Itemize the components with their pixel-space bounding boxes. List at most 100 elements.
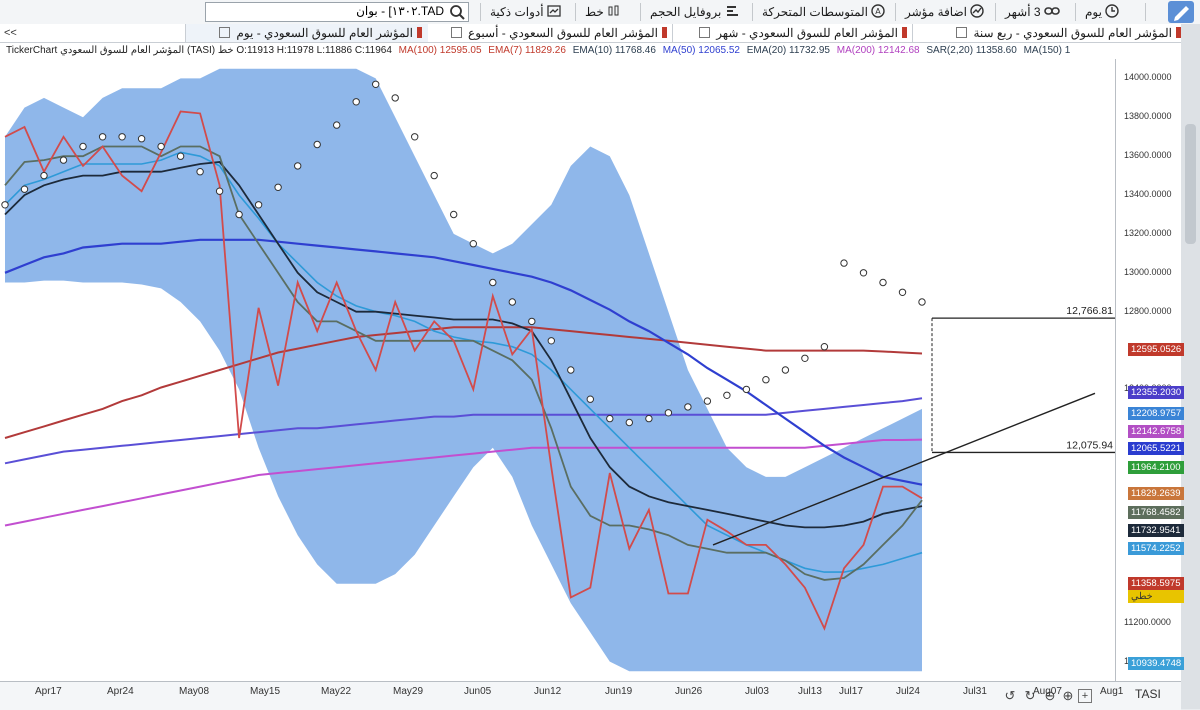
ma200-value: MA(200) 12142.68 xyxy=(836,45,920,56)
add-indicator-label: اضافة مؤشر xyxy=(905,5,967,19)
x-tick-label: Jul17 xyxy=(839,686,863,697)
sar-dot xyxy=(411,133,419,141)
price-badge: 11768.4582 xyxy=(1128,506,1184,519)
tab-quarterly[interactable]: المؤشر العام للسوق السعودي - ربع سنة xyxy=(912,24,1187,42)
sar-dot xyxy=(898,288,907,297)
expand-icon[interactable]: + xyxy=(1078,689,1092,703)
line-button[interactable]: خط xyxy=(585,2,621,22)
tab-label: المؤشر العام للسوق السعودي - أسبوع xyxy=(468,26,658,40)
x-tick-label: May22 xyxy=(321,686,352,697)
tab-weekly[interactable]: المؤشر العام للسوق السعودي - أسبوع xyxy=(427,24,673,42)
add-indicator-button[interactable]: اضافة مؤشر xyxy=(905,2,985,22)
range-button[interactable]: 3 أشهر xyxy=(1005,2,1060,22)
moving-averages-button[interactable]: A المتوسطات المتحركة xyxy=(762,2,886,22)
sar-dot xyxy=(508,298,516,306)
line-label: خط xyxy=(585,5,604,19)
sar-dot xyxy=(840,259,848,267)
volume-profile-icon xyxy=(726,6,738,16)
close-icon[interactable] xyxy=(956,27,968,38)
sar-dot xyxy=(79,142,87,151)
zoom-in-icon[interactable]: ⊕ xyxy=(1060,688,1076,704)
sar-dot xyxy=(157,142,165,151)
sar-dot xyxy=(469,240,477,248)
ma50-value: MA(50) 12065.52 xyxy=(662,45,740,56)
x-tick-label: Jun12 xyxy=(534,686,562,697)
sar-dot xyxy=(294,162,302,170)
sar-value: SAR(2,20) 11358.60 xyxy=(926,45,1017,56)
search-box[interactable]: TAD.١٣٠٢] - بوان xyxy=(205,2,469,22)
ema10-value: EMA(10) 11768.46 xyxy=(572,45,656,56)
sar-dot xyxy=(372,80,380,88)
range-label: 3 أشهر xyxy=(1005,5,1041,19)
sar-dot xyxy=(567,366,575,374)
main-toolbar: يوم 3 أشهر اضافة مؤشر A المتوسطات المتحر… xyxy=(0,0,1200,25)
clock-icon xyxy=(1105,4,1120,18)
x-tick-label: May15 xyxy=(250,686,281,697)
sar-dot xyxy=(547,337,555,345)
sar-dot xyxy=(859,269,868,277)
sar-dot xyxy=(684,403,692,411)
svg-text:A: A xyxy=(876,7,882,16)
undo-icon[interactable]: ↺ xyxy=(1002,688,1018,704)
y-tick-label: 13800.0000 xyxy=(1124,111,1172,122)
x-tick-label: Aug1 xyxy=(1100,686,1124,697)
sar-dot xyxy=(137,135,146,143)
chart-tabs: << المؤشر العام للسوق السعودي - ربع سنة … xyxy=(0,24,1200,43)
time-axis[interactable]: ↺ ↻ ⊖ ⊕ + TASI Apr17 Apr24 May08 May15 May22… xyxy=(0,681,1181,710)
price-badge: 11574.2252 xyxy=(1128,542,1184,555)
sar-dot xyxy=(879,278,887,287)
tab-monthly[interactable]: المؤشر العام للسوق السعودي - شهر xyxy=(672,24,913,42)
sar-dot xyxy=(703,397,712,405)
sar-dot xyxy=(820,343,829,351)
close-icon[interactable] xyxy=(451,27,463,38)
sar-dot xyxy=(645,414,653,423)
price-badge: 12208.9757 xyxy=(1128,407,1184,420)
price-badge: 11829.2639 xyxy=(1128,487,1184,500)
sar-dot xyxy=(313,140,321,149)
side-scrollbar[interactable] xyxy=(1181,24,1200,709)
sar-dot xyxy=(98,133,107,141)
x-tick-label: Jun05 xyxy=(464,686,492,697)
price-badge: 11732.9541 xyxy=(1128,524,1184,537)
close-icon[interactable] xyxy=(699,27,711,38)
sar-dot xyxy=(274,183,282,192)
price-badge: 12355.2030 xyxy=(1128,386,1184,399)
sar-dot xyxy=(196,168,204,176)
ma100-value: MA(100) 12595.05 xyxy=(398,45,482,56)
sar-dot xyxy=(254,201,263,209)
y-tick-label: 14000.0000 xyxy=(1124,72,1172,83)
search-icon[interactable] xyxy=(448,3,466,21)
sar-dot xyxy=(723,391,731,399)
y-tick-label: 11200.0000 xyxy=(1124,616,1171,627)
price-badge: 10939.4748 xyxy=(1128,657,1184,670)
ema20-value: EMA(20) 11732.95 xyxy=(746,45,830,56)
sar-dot xyxy=(450,210,458,219)
chart-plot-area[interactable]: 12,766.81 12,075.94 xyxy=(0,59,1115,681)
indicator-info-bar: TickerChart المؤشر العام للسوق السعودي (… xyxy=(0,43,1200,59)
sar-dot xyxy=(586,395,594,403)
period-button[interactable]: يوم xyxy=(1085,2,1120,22)
price-badge: 11964.2100 xyxy=(1128,461,1184,474)
scroll-thumb[interactable] xyxy=(1185,124,1196,244)
candles-icon xyxy=(608,5,619,16)
ema7-value: EMA(7) 11829.26 xyxy=(488,45,566,56)
price-chart[interactable]: 12,766.81 12,075.94 xyxy=(0,59,1115,681)
pencil-icon[interactable] xyxy=(1168,1,1194,23)
tab-label: المؤشر العام للسوق السعودي - يوم xyxy=(236,26,413,40)
volume-profile-label: بروفايل الحجم xyxy=(650,5,722,19)
sar-dot xyxy=(489,278,497,287)
volume-profile-button[interactable]: بروفايل الحجم xyxy=(650,2,739,22)
x-tick-label: Jul13 xyxy=(798,686,822,697)
smart-tools-label: أدوات ذكية xyxy=(490,5,544,19)
close-icon[interactable] xyxy=(219,27,231,38)
link-icon xyxy=(1044,7,1060,15)
tab-label: المؤشر العام للسوق السعودي - شهر xyxy=(716,26,898,40)
period-label: يوم xyxy=(1085,5,1102,19)
price-badge: خطي xyxy=(1128,590,1184,603)
smart-tools-button[interactable]: أدوات ذكية xyxy=(490,2,561,22)
tabs-scroll-button[interactable]: << xyxy=(4,24,17,42)
tab-daily[interactable]: المؤشر العام للسوق السعودي - يوم xyxy=(185,24,428,42)
sar-dot xyxy=(391,94,399,102)
y-tick-label: 12800.0000 xyxy=(1124,305,1172,316)
sar-dot xyxy=(333,121,341,129)
